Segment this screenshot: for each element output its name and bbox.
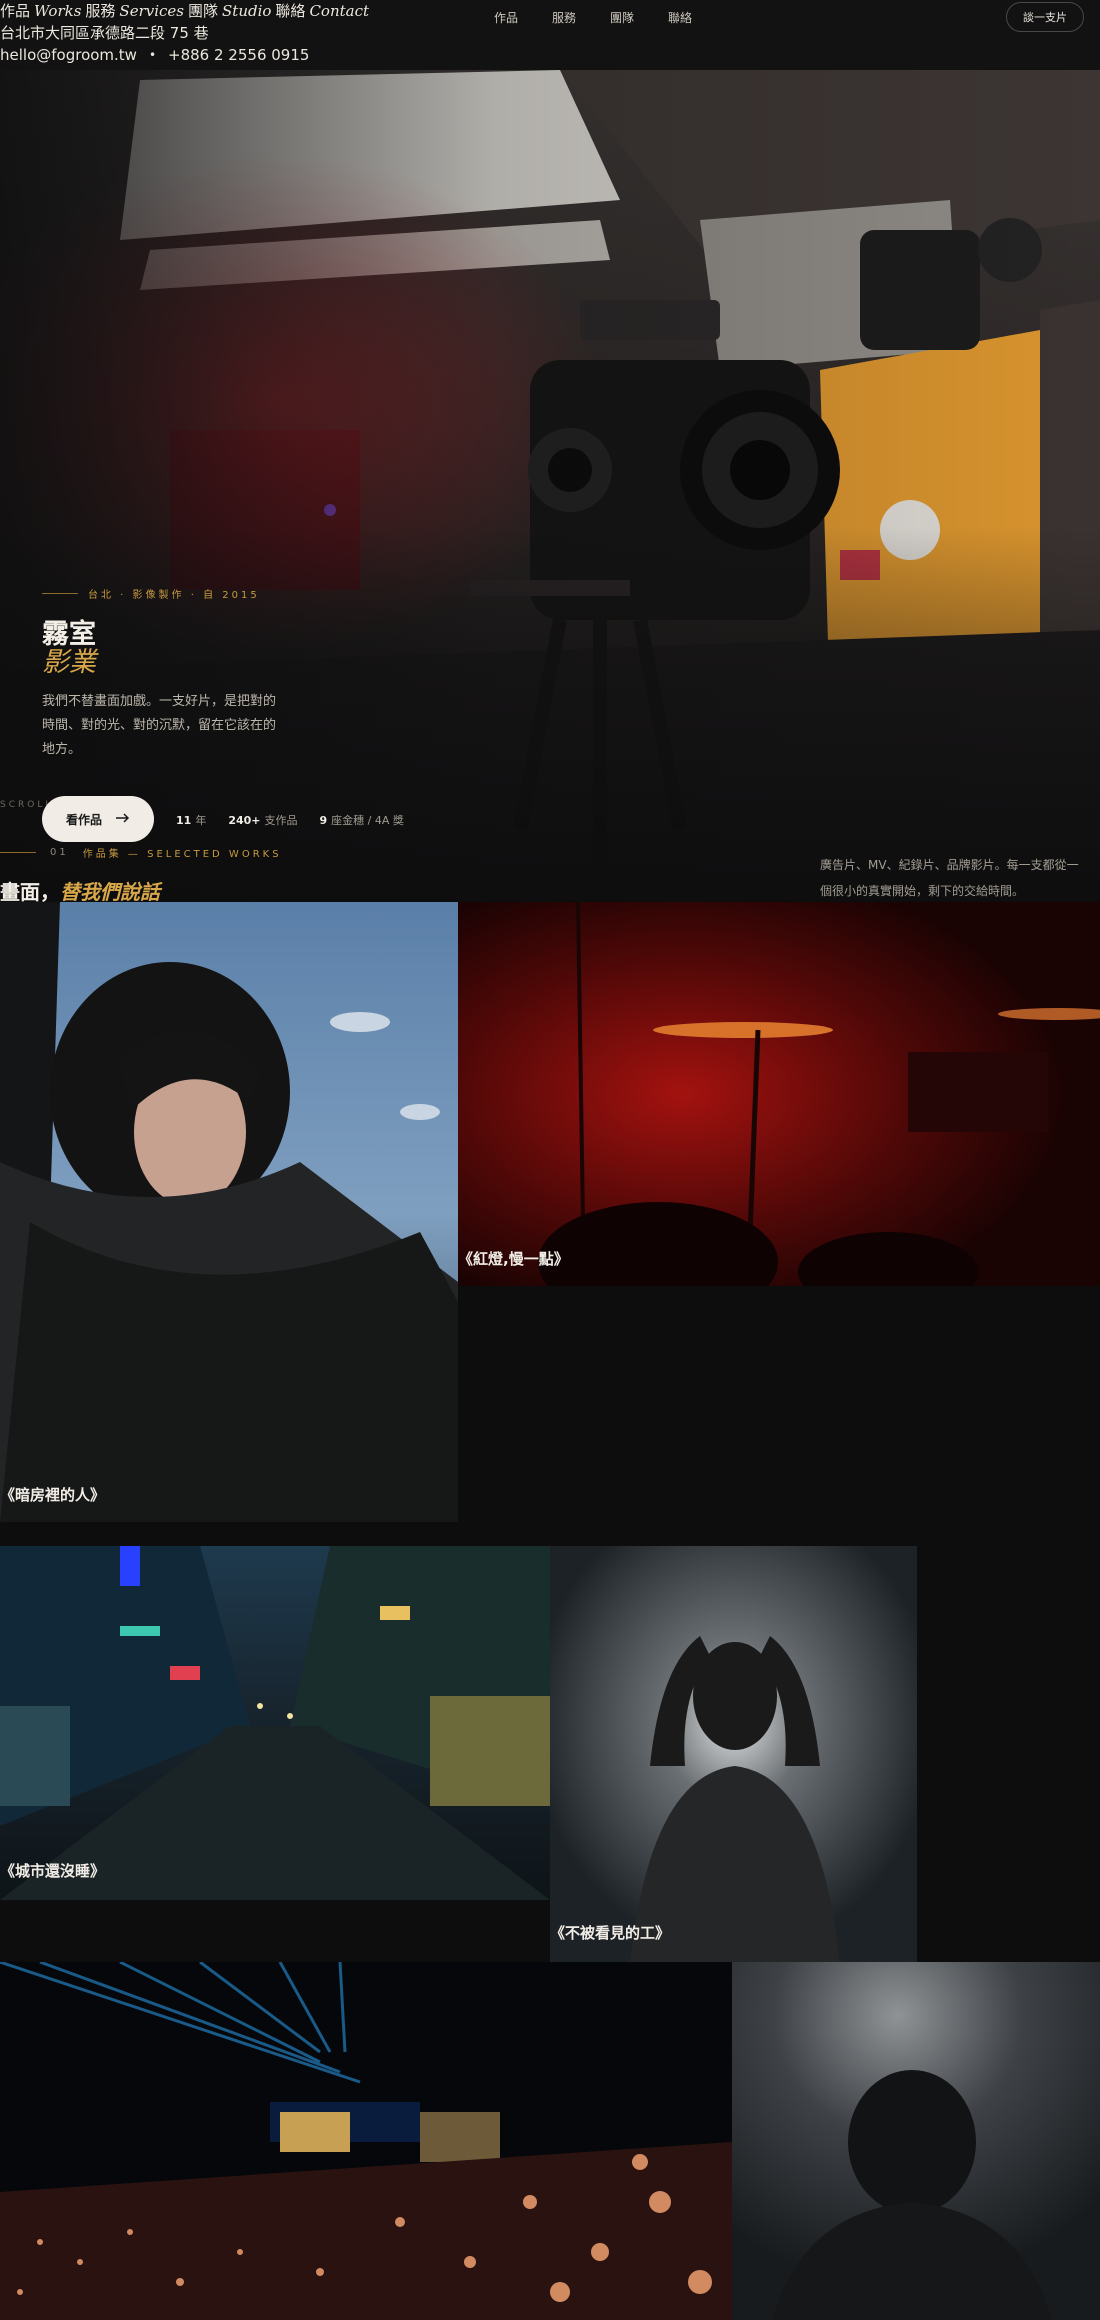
- studio-stats: 11 年 240+ 支作品 9 座金穗 / 4A 獎: [176, 812, 404, 828]
- view-works-button[interactable]: 看作品: [42, 796, 154, 842]
- work-tile-city[interactable]: 《城市還沒睡》: [0, 1546, 550, 1900]
- contact-row: hello@fogroom.tw • +886 2 2556 0915: [0, 44, 373, 66]
- start-project-button[interactable]: 談一支片: [1006, 2, 1084, 32]
- brand-row-item[interactable]: 團隊: [188, 2, 218, 20]
- brand-row: 作品 Works 服務 Services 團隊 Studio 聯絡 Contact: [0, 0, 373, 22]
- works-kicker-text: 作品集 — SELECTED WORKS: [82, 849, 282, 860]
- silhouette-image: [550, 1546, 917, 1964]
- main-nav: 作品 服務 團隊 聯絡: [494, 9, 692, 26]
- kicker-line: [0, 852, 36, 853]
- works-kicker: 01 作品集 — SELECTED WORKS: [0, 845, 282, 860]
- separator: •: [148, 48, 157, 62]
- work-title: 《不被看見的工》: [550, 1924, 671, 1942]
- view-works-label: 看作品: [65, 812, 102, 827]
- work-tile-unseen-work[interactable]: 《不被看見的工》: [550, 1546, 917, 1964]
- hero-kicker-text: 台北 · 影像製作 · 自 2015: [88, 590, 260, 601]
- spotlight-portrait-image: [732, 1962, 1100, 2320]
- work-tile-spotlight[interactable]: [732, 1962, 1100, 2320]
- portrait-image: [0, 902, 458, 1522]
- kicker-line: [42, 593, 78, 594]
- hero-description: 我們不替畫面加戲。一支好片，是把對的時間、對的光、對的沉默，留在它該在的地方。: [42, 694, 277, 757]
- work-tile-red-light[interactable]: 《紅燈,慢一點》: [458, 902, 1100, 1286]
- hero-title-accent: 影業: [42, 647, 96, 678]
- section-number: 01: [50, 847, 69, 858]
- hero-camera-image: [0, 70, 1100, 900]
- brand-info: 作品 Works 服務 Services 團隊 Studio 聯絡 Contact 台北市大同…: [0, 0, 373, 66]
- work-title: 《暗房裡的人》: [0, 1486, 106, 1504]
- stat-awards: 9 座金穗 / 4A 獎: [319, 814, 404, 827]
- brand-row-item[interactable]: Services: [119, 2, 184, 20]
- studio-phone[interactable]: +886 2 2556 0915: [168, 44, 309, 66]
- nav-studio[interactable]: 團隊: [610, 9, 634, 26]
- works-description: 廣告片、MV、紀錄片、品牌影片。每一支都從一個很小的真實開始，剩下的交給時間。: [820, 858, 1079, 898]
- red-stage-image: [458, 902, 1100, 1286]
- nav-works[interactable]: 作品: [494, 9, 518, 26]
- brand-row-item[interactable]: Works: [34, 2, 81, 20]
- nav-services[interactable]: 服務: [552, 9, 576, 26]
- work-tile-concert[interactable]: [0, 1962, 732, 2320]
- concert-crowd-image: [0, 1962, 732, 2320]
- hero-section: 台北 · 影像製作 · 自 2015 霧室 影業 我們不替畫面加戲。一支好片，是…: [0, 70, 1100, 900]
- brand-row-item[interactable]: Studio: [222, 2, 271, 20]
- stat-works: 240+ 支作品: [228, 814, 298, 827]
- city-street-image: [0, 1546, 550, 1900]
- brand-row-item[interactable]: Contact: [309, 2, 369, 20]
- studio-address: 台北市大同區承德路二段 75 巷: [0, 24, 209, 42]
- arrow-right-icon: [116, 812, 130, 826]
- nav-contact[interactable]: 聯絡: [668, 9, 692, 26]
- stat-years: 11 年: [176, 814, 207, 827]
- work-title: 《城市還沒睡》: [0, 1862, 106, 1880]
- studio-email[interactable]: hello@fogroom.tw: [0, 44, 137, 66]
- brand-row-item[interactable]: 聯絡: [275, 2, 305, 20]
- works-title: 畫面，替我們說話: [0, 880, 160, 904]
- brand-row-item[interactable]: 作品: [0, 2, 30, 20]
- work-title: 《紅燈,慢一點》: [458, 1250, 569, 1268]
- top-navigation-bar: 作品 Works 服務 Services 團隊 Studio 聯絡 Contact 台北市大同…: [0, 0, 1100, 70]
- hero-kicker: 台北 · 影像製作 · 自 2015: [42, 586, 260, 601]
- work-tile-darkroom[interactable]: 《暗房裡的人》: [0, 902, 458, 1522]
- brand-row-item[interactable]: 服務: [85, 2, 115, 20]
